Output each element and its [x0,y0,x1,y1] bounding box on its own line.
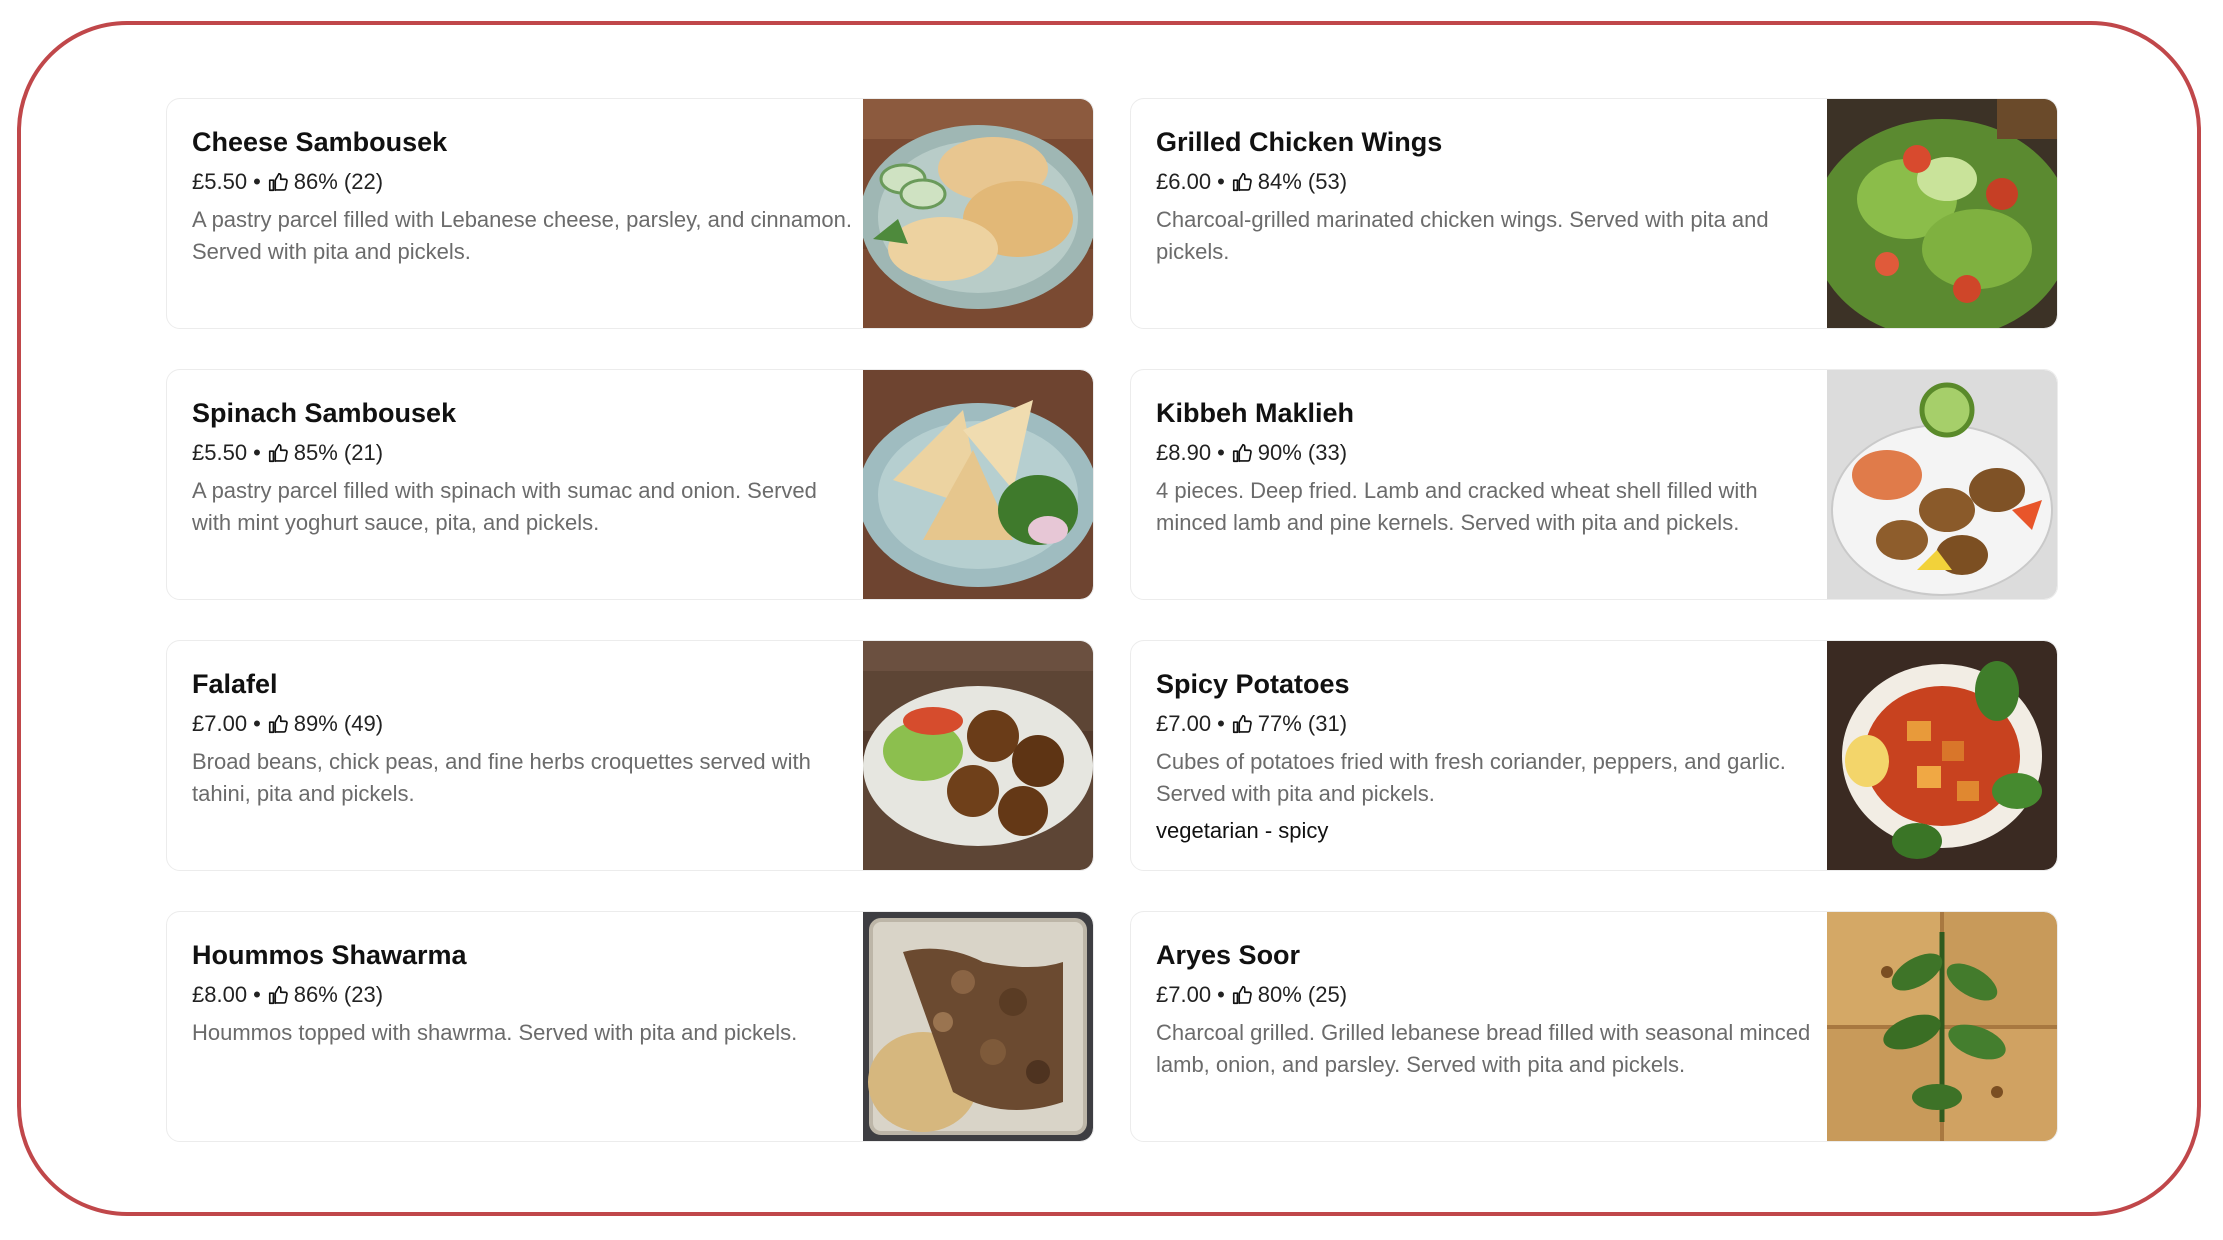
item-photo [863,370,1093,599]
item-meta: £8.90 • 90% (33) [1156,438,1816,468]
item-tags: vegetarian - spicy [1156,818,1329,843]
thumbs-up-icon [1232,985,1252,1005]
menu-item-card[interactable]: Spinach Sambousek £5.50 • 85% (21) A pas… [166,369,1094,600]
item-name: Aryes Soor [1156,940,1301,970]
item-description: Charcoal-grilled marinated chicken wings… [1156,207,1769,264]
item-rating: 90% (33) [1257,440,1348,465]
item-rating: 84% (53) [1257,169,1348,194]
menu-item-card[interactable]: Grilled Chicken Wings £6.00 • 84% (53) C… [1130,98,2058,329]
item-price: £7.00 [1156,711,1212,736]
item-price: £8.90 [1156,440,1212,465]
item-name: Kibbeh Maklieh [1156,398,1355,428]
item-name: Hoummos Shawarma [192,940,467,970]
item-description: Cubes of potatoes fried with fresh coria… [1156,749,1786,806]
item-price: £5.50 [192,169,248,194]
menu-frame: Cheese Sambousek £5.50 • 86% (22) A past… [17,21,2201,1216]
item-photo [1827,370,2057,599]
item-name: Spicy Potatoes [1156,669,1350,699]
menu-item-card[interactable]: Spicy Potatoes £7.00 • 77% (31) Cubes of… [1130,640,2058,871]
item-name: Cheese Sambousek [192,127,448,157]
item-name: Spinach Sambousek [192,398,457,428]
thumbs-up-icon [1232,172,1252,192]
menu-item-card[interactable]: Falafel £7.00 • 89% (49) Broad beans, ch… [166,640,1094,871]
menu-item-card[interactable]: Hoummos Shawarma £8.00 • 86% (23) Hoummo… [166,911,1094,1142]
menu-item-card[interactable]: Kibbeh Maklieh £8.90 • 90% (33) 4 pieces… [1130,369,2058,600]
meta-separator: • [1217,711,1225,736]
item-meta: £6.00 • 84% (53) [1156,167,1816,197]
item-price: £5.50 [192,440,248,465]
thumbs-up-icon [268,714,288,734]
item-meta: £5.50 • 85% (21) [192,438,852,468]
item-description: A pastry parcel filled with Lebanese che… [192,207,852,264]
item-photo [863,641,1093,870]
item-rating: 85% (21) [293,440,384,465]
meta-separator: • [253,169,261,194]
item-meta: £7.00 • 89% (49) [192,709,852,739]
menu-item-card[interactable]: Aryes Soor £7.00 • 80% (25) Charcoal gri… [1130,911,2058,1142]
item-meta: £8.00 • 86% (23) [192,980,852,1010]
item-name: Grilled Chicken Wings [1156,127,1443,157]
item-description: Hoummos topped with shawrma. Served with… [192,1020,798,1045]
meta-separator: • [253,711,261,736]
item-photo [1827,99,2057,328]
item-rating: 89% (49) [293,711,384,736]
meta-separator: • [253,440,261,465]
meta-separator: • [1217,169,1225,194]
item-description: Broad beans, chick peas, and fine herbs … [192,749,811,806]
item-photo [863,912,1093,1141]
item-rating: 77% (31) [1257,711,1348,736]
item-photo [863,99,1093,328]
thumbs-up-icon [268,172,288,192]
item-price: £7.00 [192,711,248,736]
thumbs-up-icon [1232,714,1252,734]
item-price: £7.00 [1156,982,1212,1007]
item-description: 4 pieces. Deep fried. Lamb and cracked w… [1156,478,1758,535]
item-photo [1827,912,2057,1141]
thumbs-up-icon [268,985,288,1005]
item-meta: £5.50 • 86% (22) [192,167,852,197]
item-price: £8.00 [192,982,248,1007]
item-description: Charcoal grilled. Grilled lebanese bread… [1156,1020,1811,1077]
thumbs-up-icon [1232,443,1252,463]
item-meta: £7.00 • 80% (25) [1156,980,1816,1010]
meta-separator: • [1217,440,1225,465]
meta-separator: • [1217,982,1225,1007]
item-photo [1827,641,2057,870]
item-rating: 86% (23) [293,982,384,1007]
item-description: A pastry parcel filled with spinach with… [192,478,817,535]
item-meta: £7.00 • 77% (31) [1156,709,1816,739]
item-rating: 80% (25) [1257,982,1348,1007]
item-rating: 86% (22) [293,169,384,194]
meta-separator: • [253,982,261,1007]
thumbs-up-icon [268,443,288,463]
item-price: £6.00 [1156,169,1212,194]
item-name: Falafel [192,669,278,699]
menu-item-card[interactable]: Cheese Sambousek £5.50 • 86% (22) A past… [166,98,1094,329]
